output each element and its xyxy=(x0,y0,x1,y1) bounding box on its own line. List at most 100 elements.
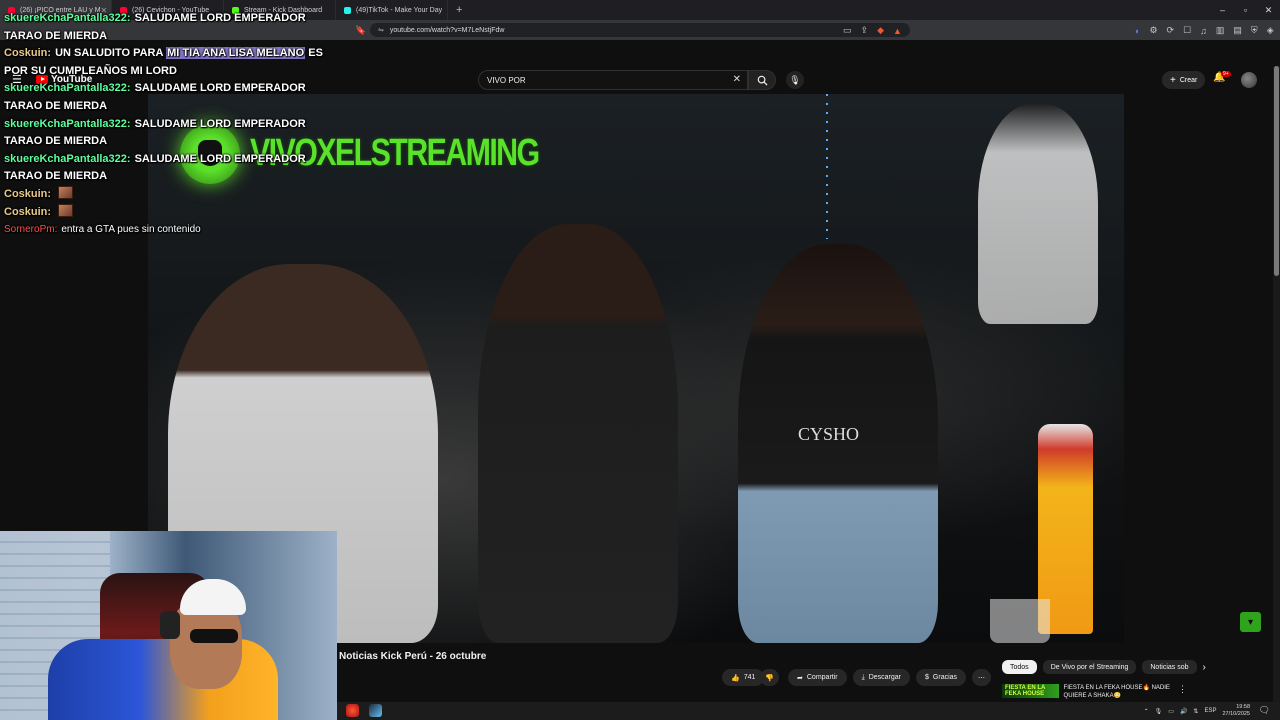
more-icon: ⋯ xyxy=(978,674,986,682)
chat-username: skuereKchaPantalla322: xyxy=(4,82,131,95)
search-icon xyxy=(757,75,768,86)
taskbar-apps xyxy=(346,704,382,717)
sidebar-icon[interactable]: ▥ xyxy=(1216,25,1225,36)
kick-overlay-icon[interactable]: ▾ xyxy=(1240,612,1261,632)
share-button[interactable]: ➦ Compartir xyxy=(788,669,847,686)
search-input[interactable]: VIVO POR ✕ xyxy=(478,70,748,90)
close-window-icon[interactable]: ✕ xyxy=(1257,5,1280,16)
brave-icon[interactable]: ◈ xyxy=(1267,25,1274,36)
media-icon[interactable]: ♫ xyxy=(1200,26,1207,36)
toolbar-icons: ◐ ⚙ ⟳ ☐ ♫ ▥ ▤ ⛨ ◈ ≡ xyxy=(1135,25,1280,36)
plus-icon: + xyxy=(1170,74,1176,86)
webcam-overlay xyxy=(0,531,337,720)
chat-message: SorneroPm: entra a GTA pues sin contenido xyxy=(4,221,344,239)
chat-message: skuereKchaPantalla322: SALUDAME LORD EMPE… xyxy=(4,10,344,45)
chat-message: Coskuin: UN SALUDITO PARA MI TIA ANA LISA… xyxy=(4,45,344,80)
download-button[interactable]: ⤓ Descargar xyxy=(852,669,911,686)
vpn-icon[interactable]: ⛨ xyxy=(1251,25,1258,36)
reco-title[interactable]: FIESTA EN LA FEKA HOUSE🔥 NADIE QUIERE A … xyxy=(1064,684,1173,699)
chat-username: skuereKchaPantalla322: xyxy=(4,12,131,24)
chat-message: Coskuin: xyxy=(4,203,344,222)
chip-channel[interactable]: De Vivo por el Streaming xyxy=(1042,660,1137,674)
download-icon: ⤓ xyxy=(861,673,865,681)
screen-icon[interactable]: ▭ xyxy=(843,25,852,36)
brave-shield-icon[interactable]: ◆ xyxy=(877,25,884,36)
extension-icon[interactable]: ⟳ xyxy=(1167,25,1175,36)
steam-taskbar-icon[interactable] xyxy=(369,704,382,717)
notification-count-badge: 9+ xyxy=(1221,71,1231,77)
chip-noticias[interactable]: Noticias sob xyxy=(1142,660,1197,674)
like-button[interactable]: 👍 741 xyxy=(722,669,765,686)
volume-icon[interactable]: 🔊 xyxy=(1180,708,1187,715)
brave-rewards-icon[interactable]: ▲ xyxy=(893,26,902,36)
url-text: youtube.com/watch?v=M7LeNstjFdw xyxy=(389,26,505,34)
browser-tab[interactable]: (49)TikTok - Make Your Day xyxy=(336,0,448,20)
chat-message: skuereKchaPantalla322: SALUDAME LORD EMPE… xyxy=(4,80,344,115)
extension-icon[interactable]: ⚙ xyxy=(1149,25,1157,36)
chat-username: Coskuin: xyxy=(4,47,52,60)
brave-taskbar-icon[interactable] xyxy=(346,704,359,717)
headset xyxy=(160,611,180,639)
reco-more-icon[interactable]: ⋮ xyxy=(1178,684,1187,698)
microphone-icon: 🎙 xyxy=(789,74,801,85)
chat-message: skuereKchaPantalla322: SALUDAME LORD EMPE… xyxy=(4,116,344,151)
chat-username: skuereKchaPantalla322: xyxy=(4,117,131,130)
site-info-icon[interactable]: ⇋ xyxy=(378,26,384,34)
voice-search-button[interactable]: 🎙 xyxy=(786,71,804,89)
extension-icon[interactable]: ☐ xyxy=(1183,25,1191,36)
chat-message: Coskuin: xyxy=(4,185,344,204)
chat-overlay: skuereKchaPantalla322: SALUDAME LORD EMPE… xyxy=(4,10,344,239)
wallet-icon[interactable]: ▤ xyxy=(1233,25,1242,36)
share-arrow-icon: ➦ xyxy=(797,674,803,682)
chat-text: entra a GTA pues sin contenido xyxy=(61,224,201,236)
chat-mention-highlight: MI TIA ANA LISA MELANO xyxy=(166,47,306,60)
emote-icon xyxy=(58,185,74,199)
system-tray: ⌃ 🎙 ▭ 🔊 ⇅ ESP 19:58 27/10/2025 xyxy=(1144,704,1250,718)
led-strip xyxy=(826,94,828,239)
search-button[interactable] xyxy=(748,70,776,90)
notification-center-icon[interactable]: 🗨 xyxy=(1259,705,1270,716)
monitor-tray-icon[interactable]: ▭ xyxy=(1168,708,1174,715)
search-value: VIVO POR xyxy=(487,75,526,85)
new-tab-button[interactable]: + xyxy=(448,4,470,16)
share-icon[interactable]: ⇪ xyxy=(861,25,869,36)
mic-tray-icon[interactable]: 🎙 xyxy=(1155,708,1163,715)
shirt-text: CYSHO xyxy=(798,424,860,444)
chat-username: Coskuin: xyxy=(4,187,52,200)
clear-search-icon[interactable]: ✕ xyxy=(733,74,741,85)
like-count: 741 xyxy=(743,674,756,681)
bookmark-icon[interactable]: 🔖 xyxy=(355,25,366,36)
create-button[interactable]: + Crear xyxy=(1162,71,1206,89)
minimize-icon[interactable]: – xyxy=(1211,5,1234,15)
create-label: Crear xyxy=(1179,76,1198,84)
url-actions: ▭ ⇪ ◆ ▲ xyxy=(843,25,902,36)
chat-username: skuereKchaPantalla322: xyxy=(4,152,131,165)
url-field[interactable]: ⇋ youtube.com/watch?v=M7LeNstjFdw xyxy=(370,23,910,37)
more-actions-button[interactable]: ⋯ xyxy=(972,669,992,686)
language-indicator[interactable]: ESP xyxy=(1204,708,1216,714)
reco-thumbnail[interactable]: FIESTA EN LA FEKA HOUSE xyxy=(1002,684,1059,698)
account-avatar[interactable] xyxy=(1241,72,1257,88)
person-background xyxy=(978,104,1098,324)
clock[interactable]: 19:58 27/10/2025 xyxy=(1222,704,1250,718)
thumbs-up-icon: 👍 xyxy=(731,674,740,682)
chat-username: SorneroPm: xyxy=(4,224,58,236)
recommended-video[interactable]: FIESTA EN LA FEKA HOUSE FIESTA EN LA FEK… xyxy=(1002,684,1187,699)
recommendation-chips: Todos De Vivo por el Streaming Noticias … xyxy=(1002,660,1206,674)
scrollbar-thumb[interactable] xyxy=(1274,66,1279,276)
tray-chevron-icon[interactable]: ⌃ xyxy=(1144,708,1149,715)
thanks-icon: $ xyxy=(925,674,929,681)
dislike-group: 👎 xyxy=(760,669,779,686)
chevron-right-icon[interactable]: › xyxy=(1203,662,1206,673)
thanks-button[interactable]: $ Gracias xyxy=(916,669,967,686)
video-title: Noticias Kick Perú - 26 octubre xyxy=(339,651,487,662)
network-icon[interactable]: ⇅ xyxy=(1193,708,1198,715)
tab-label: (49)TikTok - Make Your Day xyxy=(356,6,443,14)
dislike-button[interactable]: 👎 xyxy=(760,669,779,686)
chip-todos[interactable]: Todos xyxy=(1002,660,1037,674)
like-dislike-group: 👍 741 xyxy=(722,669,765,686)
clock-date: 27/10/2025 xyxy=(1222,711,1250,717)
maximize-icon[interactable]: ▫ xyxy=(1234,5,1257,15)
extension-icon[interactable]: ◐ xyxy=(1135,26,1140,36)
download-label: Descargar xyxy=(868,674,902,681)
